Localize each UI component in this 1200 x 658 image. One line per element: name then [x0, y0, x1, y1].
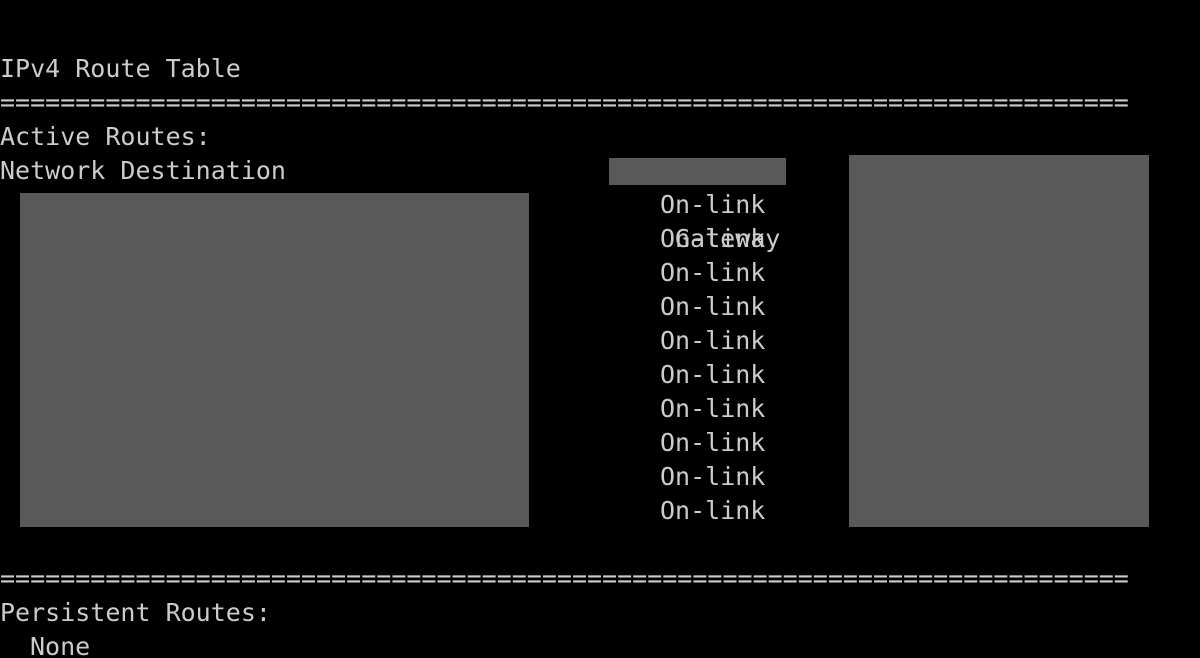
- column-header-row: Network Destination Netmask Gateway Inte…: [0, 120, 1200, 321]
- separator-bottom-line: ========================================…: [0, 528, 1200, 593]
- route-gateway-on-link: On-link: [660, 496, 766, 525]
- persistent-routes-line: Persistent Routes:: [0, 562, 1200, 627]
- route-gateway-on-link: On-link: [660, 258, 766, 287]
- route-gateway-on-link: On-link: [660, 326, 766, 355]
- route-gateway-on-link: On-link: [660, 224, 766, 253]
- persistent-routes-value: None: [30, 632, 91, 658]
- route-gateway-on-link: On-link: [660, 428, 766, 457]
- route-gateway-on-link: On-link: [660, 360, 766, 389]
- route-gateway-on-link: On-link: [660, 394, 766, 423]
- redaction-interface-column: [849, 155, 1149, 527]
- separator-top-line: ========================================…: [0, 52, 1200, 117]
- route-gateway-on-link: On-link: [660, 190, 766, 219]
- persistent-routes-value-line: None: [0, 596, 1200, 658]
- console-window: IPv4 Route Table =======================…: [0, 0, 1200, 658]
- route-gateway-on-link: On-link: [660, 292, 766, 321]
- route-table-title-line: IPv4 Route Table: [0, 18, 1200, 83]
- active-routes-line: Active Routes:: [0, 86, 1200, 151]
- redaction-gateway-default-route: [609, 158, 786, 185]
- redaction-network-destination-column: [20, 193, 529, 527]
- route-gateway-on-link: On-link: [660, 462, 766, 491]
